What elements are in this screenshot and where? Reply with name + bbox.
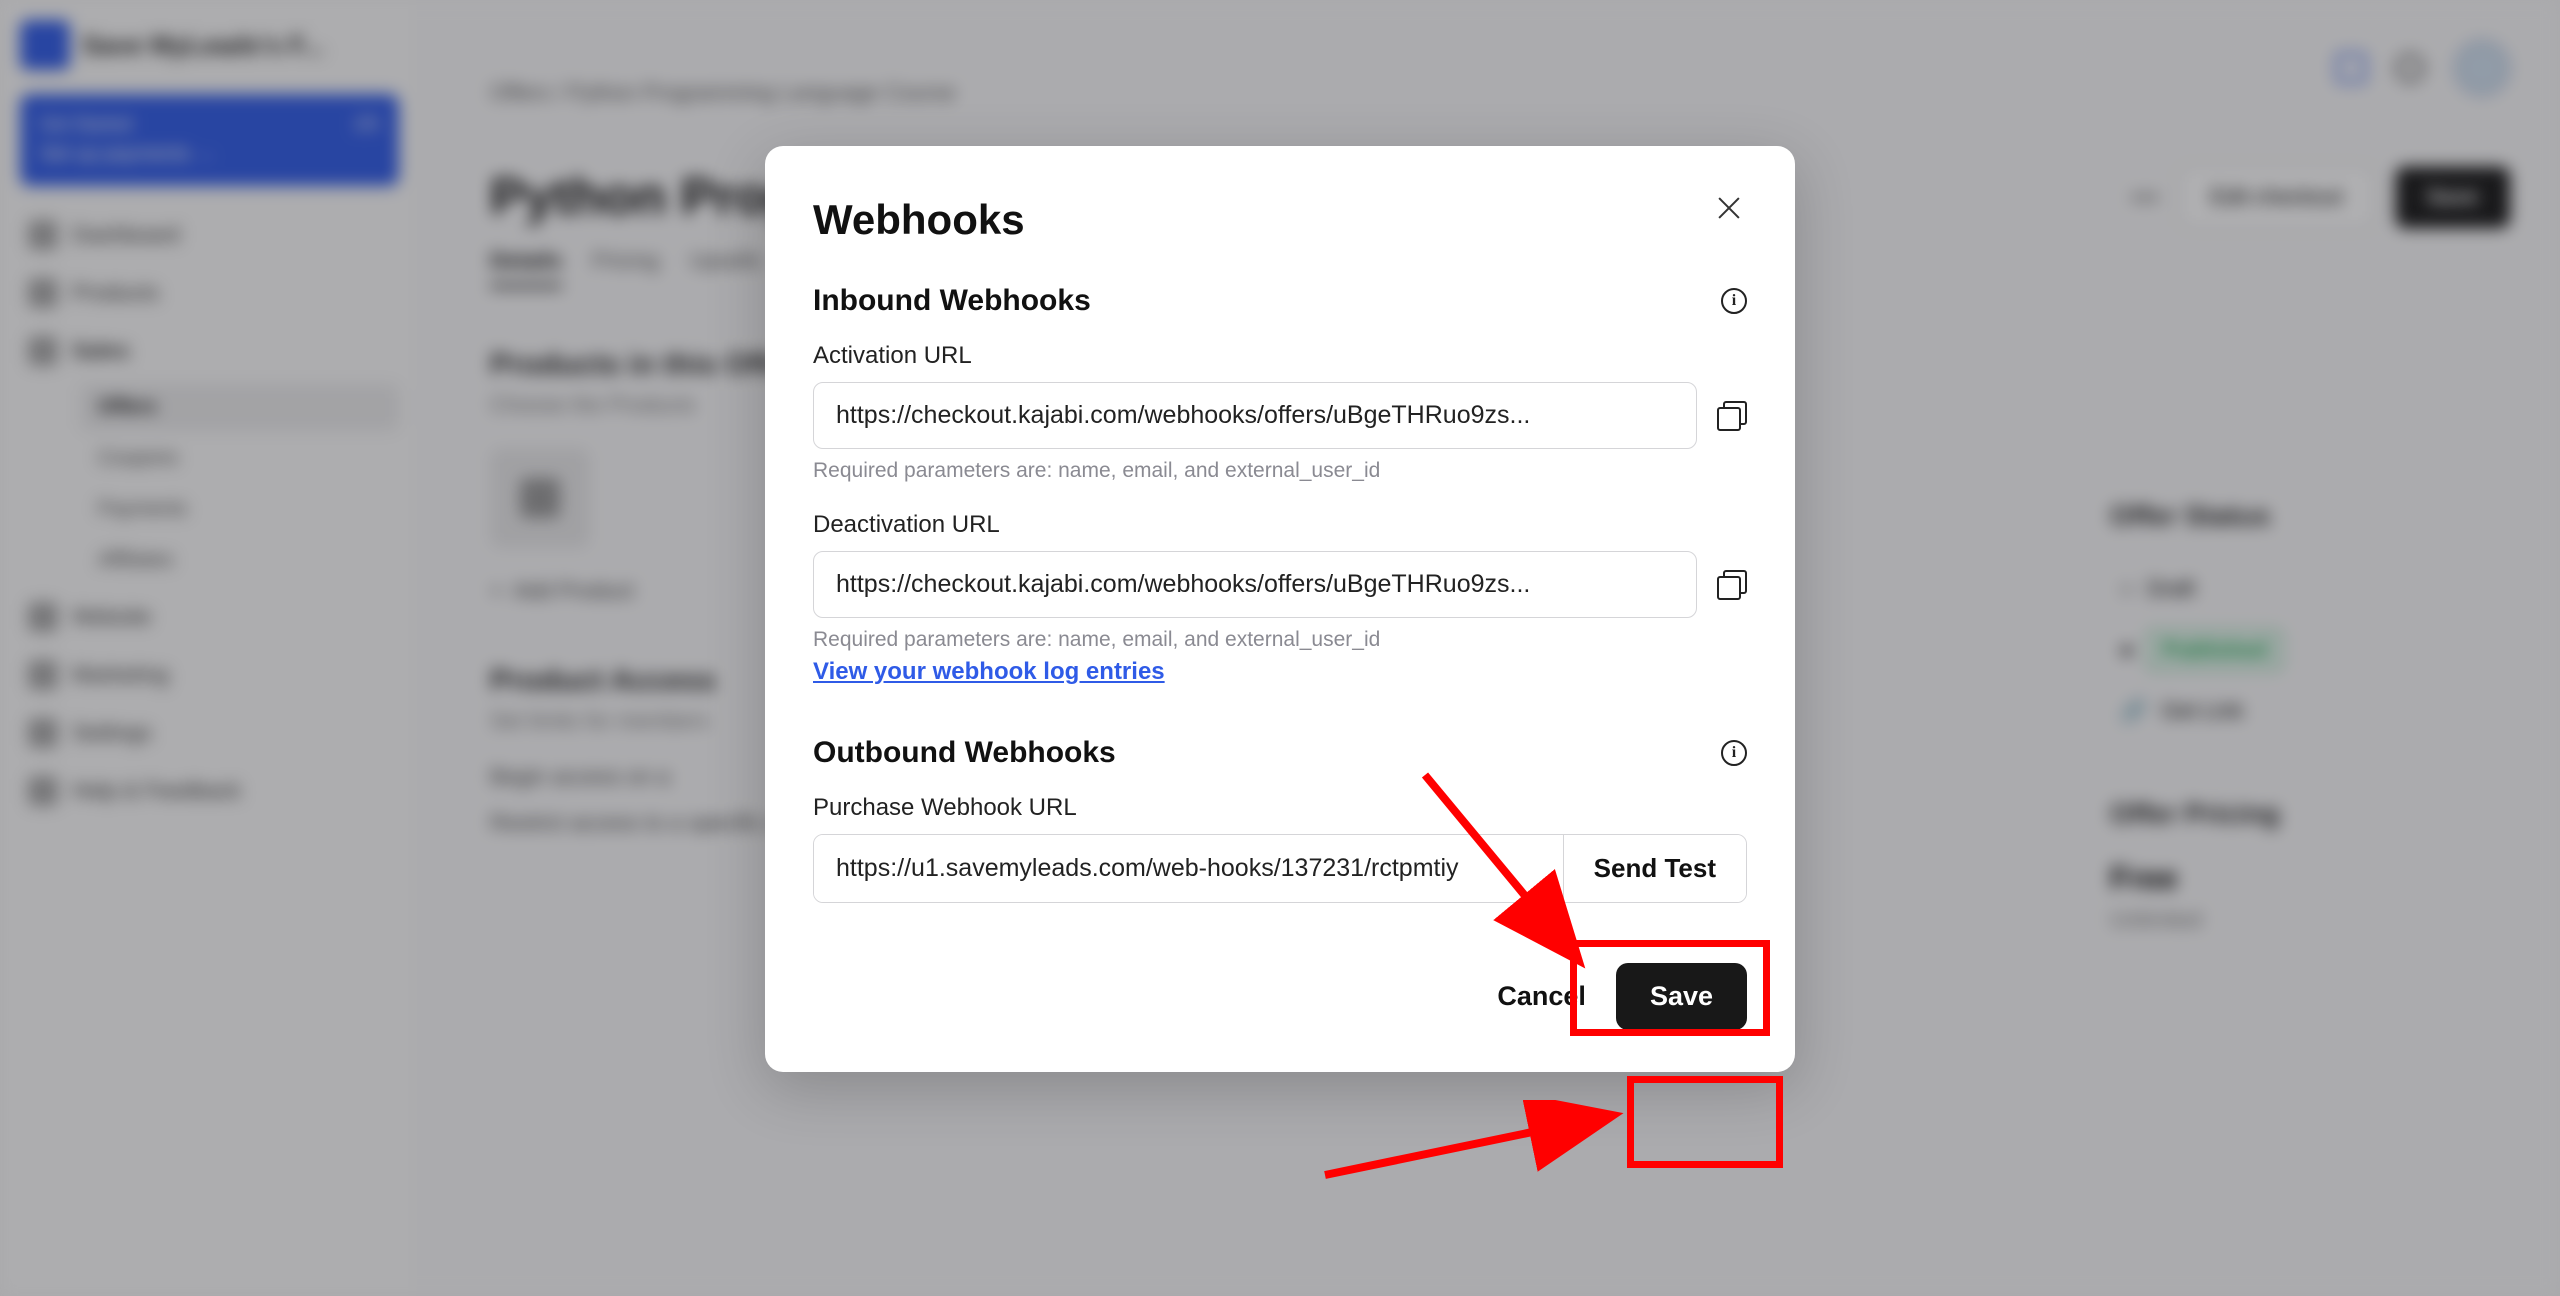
modal-title: Webhooks [813,196,1747,244]
info-icon[interactable]: i [1721,740,1747,766]
send-test-button[interactable]: Send Test [1563,835,1746,902]
close-icon[interactable] [1715,194,1743,222]
activation-url-input[interactable] [813,382,1697,449]
copy-icon[interactable] [1717,401,1747,431]
activation-hint: Required parameters are: name, email, an… [813,459,1747,483]
webhooks-modal: Webhooks Inbound Webhooks i Activation U… [765,146,1795,1072]
deactivation-label: Deactivation URL [813,511,1747,539]
inbound-heading: Inbound Webhooks [813,284,1091,318]
purchase-label: Purchase Webhook URL [813,794,1747,822]
info-icon[interactable]: i [1721,288,1747,314]
copy-icon[interactable] [1717,570,1747,600]
purchase-url-input[interactable] [814,835,1563,902]
save-button[interactable]: Save [1616,963,1747,1030]
deactivation-hint: Required parameters are: name, email, an… [813,628,1747,652]
deactivation-url-input[interactable] [813,551,1697,618]
outbound-heading: Outbound Webhooks [813,736,1116,770]
cancel-button[interactable]: Cancel [1497,981,1586,1012]
view-log-link[interactable]: View your webhook log entries [813,658,1165,685]
activation-label: Activation URL [813,342,1747,370]
